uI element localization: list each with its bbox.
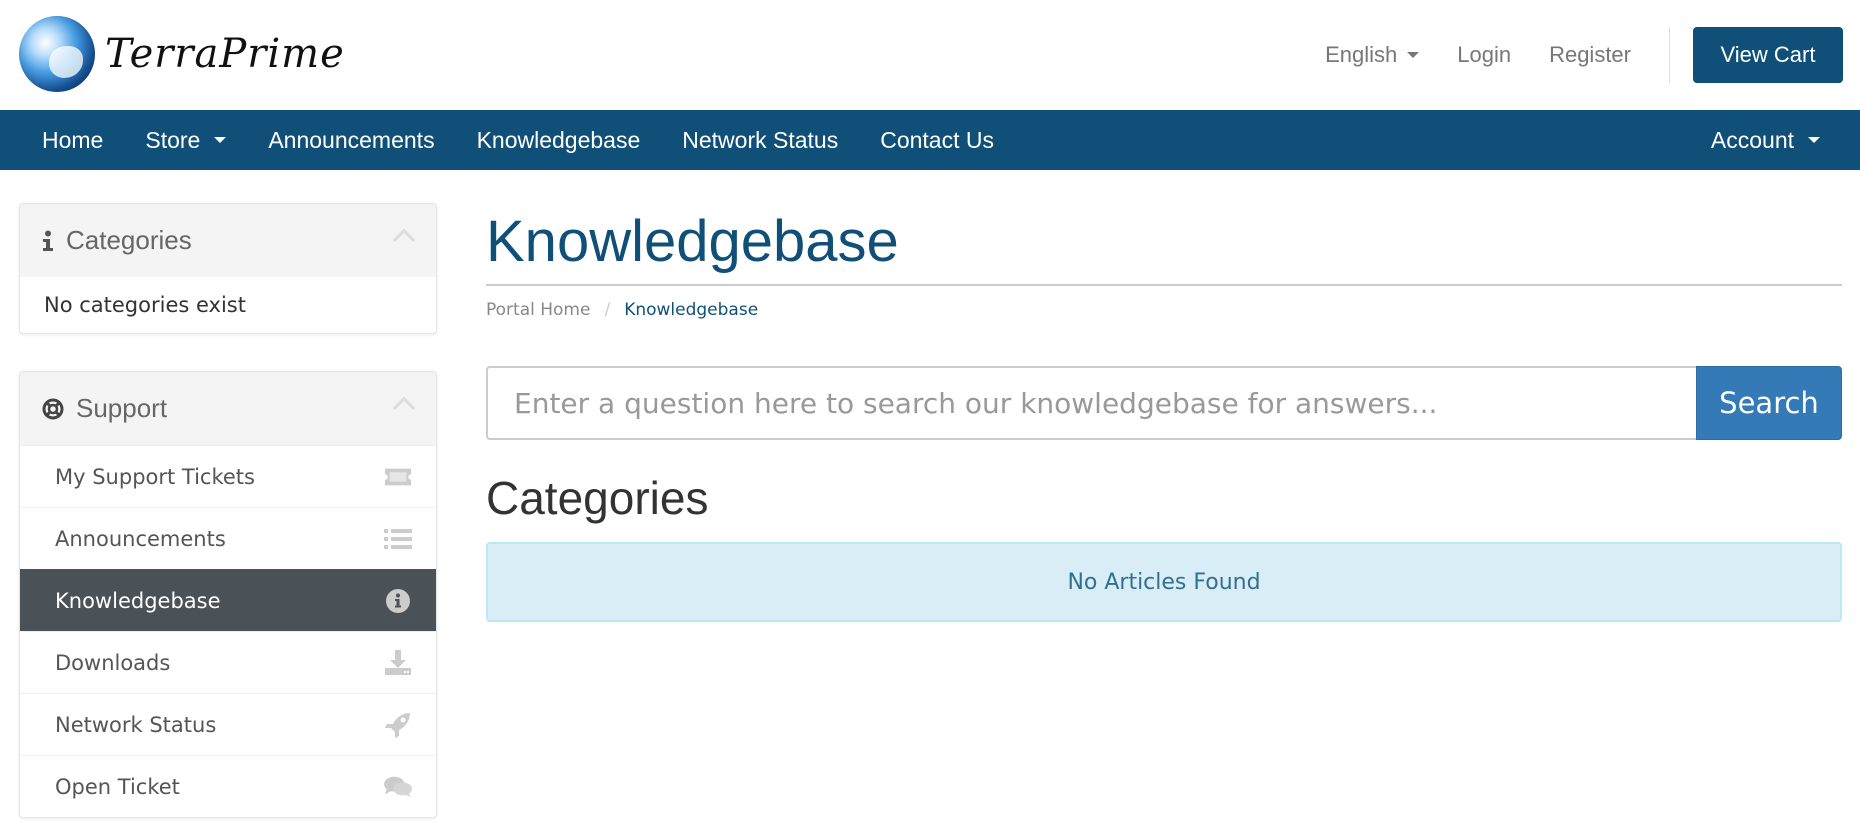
no-articles-alert: No Articles Found — [486, 542, 1842, 622]
sidebar-item-knowledgebase[interactable]: Knowledgebase — [20, 569, 436, 631]
breadcrumb: Portal Home / Knowledgebase — [486, 300, 1842, 320]
categories-panel: Categories No categories exist — [19, 203, 437, 334]
sidebar-item-announcements[interactable]: Announcements — [20, 507, 436, 569]
sidebar-item-open-ticket[interactable]: Open Ticket — [20, 755, 436, 817]
nav-contact-us-label: Contact Us — [880, 126, 994, 153]
support-panel-header[interactable]: Support — [20, 372, 436, 445]
sidebar-item-downloads[interactable]: Downloads — [20, 631, 436, 693]
language-label: English — [1325, 42, 1398, 67]
nav-home-label: Home — [42, 126, 104, 153]
sidebar-item-label: My Support Tickets — [55, 464, 255, 489]
sidebar-item-label: Downloads — [55, 650, 171, 675]
download-icon — [384, 649, 412, 675]
knowledgebase-search: Search — [486, 366, 1842, 440]
life-ring-icon — [42, 398, 64, 419]
search-button[interactable]: Search — [1696, 366, 1842, 440]
main-nav: Home Store Announcements Knowledgebase N… — [0, 110, 1860, 170]
nav-knowledgebase-label: Knowledgebase — [476, 126, 641, 153]
list-icon — [384, 527, 412, 551]
chevron-up-icon[interactable] — [392, 396, 416, 420]
breadcrumb-current[interactable]: Knowledgebase — [624, 300, 758, 320]
caret-down-icon — [1808, 137, 1820, 143]
categories-empty-text: No categories exist — [44, 293, 246, 317]
rocket-icon — [384, 712, 412, 738]
sidebar-item-label: Network Status — [55, 712, 217, 737]
info-circle-icon — [384, 588, 412, 613]
nav-announcements-label: Announcements — [268, 126, 435, 153]
search-input[interactable] — [486, 366, 1696, 440]
sidebar-item-label: Knowledgebase — [55, 588, 221, 613]
categories-panel-header[interactable]: Categories — [20, 204, 436, 277]
no-articles-text: No Articles Found — [1067, 569, 1261, 595]
sidebar-item-network-status[interactable]: Network Status — [20, 693, 436, 755]
login-link[interactable]: Login — [1457, 42, 1511, 68]
caret-down-icon — [214, 137, 227, 143]
register-link[interactable]: Register — [1549, 42, 1631, 68]
nav-knowledgebase[interactable]: Knowledgebase — [477, 127, 641, 154]
sidebar-item-my-support-tickets[interactable]: My Support Tickets — [20, 445, 436, 507]
categories-heading: Categories — [486, 472, 709, 524]
chevron-up-icon[interactable] — [392, 228, 416, 252]
info-icon — [43, 230, 53, 251]
main-content: Knowledgebase Portal Home / Knowledgebas… — [486, 200, 1842, 622]
view-cart-button[interactable]: View Cart — [1693, 27, 1843, 83]
nav-home[interactable]: Home — [42, 127, 103, 154]
header-links: English Login Register View Cart — [1325, 27, 1860, 83]
comments-icon — [384, 775, 412, 799]
support-panel-title: Support — [76, 393, 168, 423]
nav-network-status[interactable]: Network Status — [682, 127, 838, 154]
sidebar-item-label: Open Ticket — [55, 774, 180, 799]
categories-panel-title: Categories — [66, 225, 192, 255]
ticket-icon — [384, 465, 412, 489]
breadcrumb-portal-home[interactable]: Portal Home — [486, 300, 590, 320]
title-divider — [486, 284, 1842, 286]
top-header: TerraPrime English Login Register View C… — [0, 0, 1860, 110]
nav-network-status-label: Network Status — [682, 126, 839, 153]
nav-announcements[interactable]: Announcements — [268, 127, 434, 154]
page-title: Knowledgebase — [486, 209, 899, 274]
sidebar-item-label: Announcements — [55, 526, 226, 551]
support-panel: Support My Support Tickets Announcements… — [19, 371, 437, 818]
nav-store-label: Store — [145, 126, 201, 153]
globe-icon — [19, 16, 95, 92]
caret-down-icon — [1407, 52, 1420, 58]
breadcrumb-separator: / — [604, 300, 611, 320]
nav-account-label: Account — [1710, 126, 1794, 153]
language-dropdown[interactable]: English — [1325, 42, 1420, 68]
nav-store[interactable]: Store — [145, 126, 227, 154]
brand-logo[interactable]: TerraPrime — [19, 16, 345, 92]
nav-account[interactable]: Account — [1711, 127, 1820, 154]
header-divider — [1669, 27, 1670, 83]
brand-name: TerraPrime — [105, 31, 345, 77]
nav-contact-us[interactable]: Contact Us — [880, 127, 994, 154]
